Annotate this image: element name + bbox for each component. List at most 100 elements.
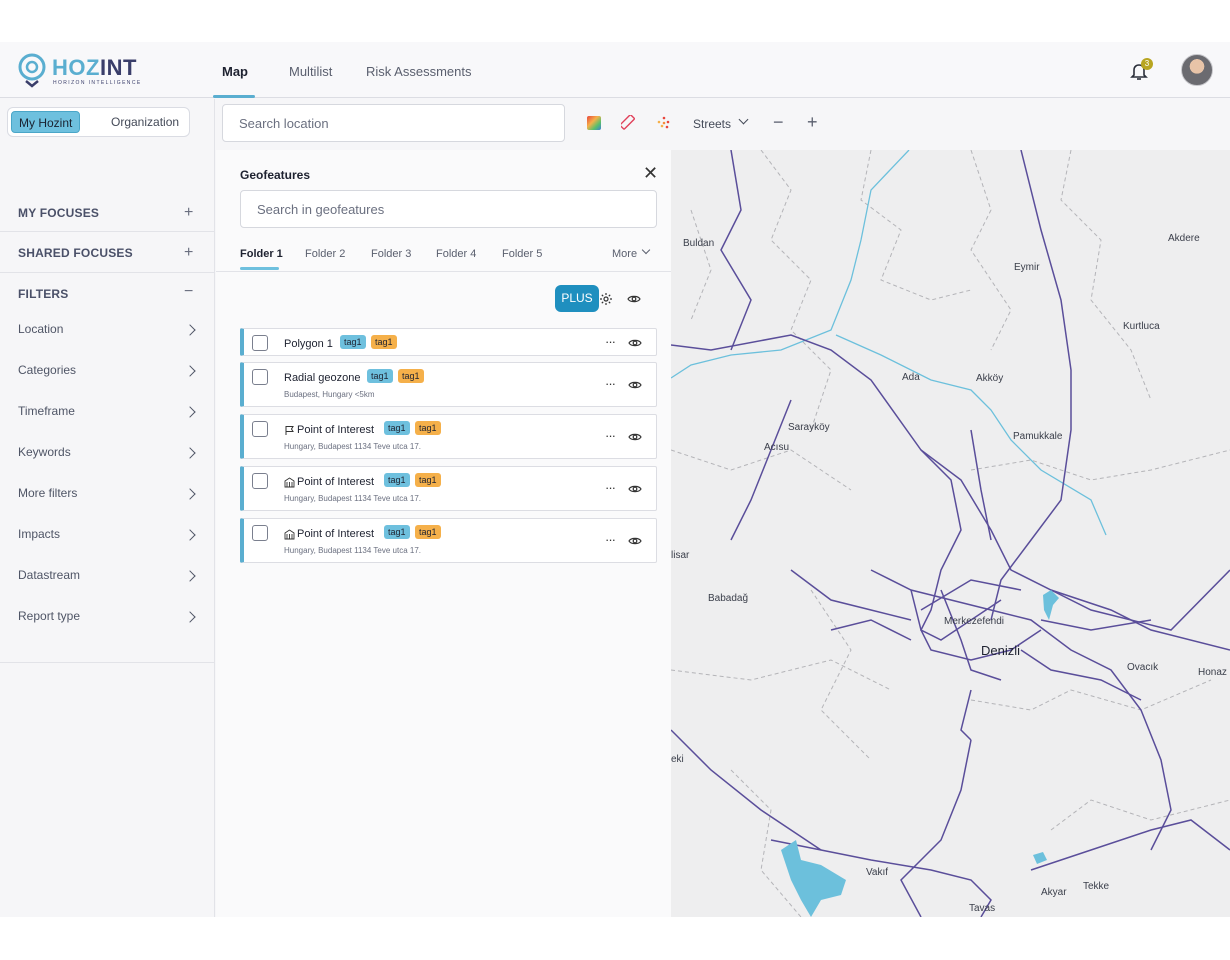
eye-icon[interactable]	[628, 534, 642, 548]
my-hozint-toggle[interactable]: My Hozint	[11, 111, 81, 133]
add-focus-button[interactable]: +	[184, 205, 193, 221]
tab-risk-assessments[interactable]: Risk Assessments	[366, 64, 471, 79]
chevron-right-icon[interactable]	[184, 529, 196, 541]
geofeature-address: Budapest, Hungary <5km	[284, 390, 375, 399]
building-icon	[284, 529, 295, 540]
tag-badge: tag1	[371, 335, 397, 349]
heatmap-layer-icon[interactable]	[586, 115, 602, 131]
geofeatures-panel: Geofeatures ✕ Folder 1 Folder 2 Folder 3…	[216, 150, 671, 917]
more-options-icon[interactable]: ···	[605, 532, 616, 547]
eye-icon[interactable]	[628, 336, 642, 350]
geofeature-row[interactable]: Polygon 1 tag1 tag1 ···	[240, 328, 657, 356]
more-options-icon[interactable]: ···	[605, 376, 616, 391]
zoom-in-button[interactable]: +	[807, 112, 818, 133]
location-search-input[interactable]	[223, 105, 564, 141]
filter-location[interactable]: Location	[18, 322, 63, 336]
filters-heading[interactable]: FILTERS	[18, 287, 69, 301]
tag-badge: tag1	[415, 525, 441, 539]
tab-folder-5[interactable]: Folder 5	[502, 248, 542, 260]
row-checkbox[interactable]	[252, 525, 268, 541]
place-label: Buldan	[683, 238, 715, 249]
basemap-select[interactable]: Streets	[693, 117, 731, 131]
eye-icon[interactable]	[628, 482, 642, 496]
filter-categories[interactable]: Categories	[18, 363, 76, 377]
chevron-down-icon[interactable]	[641, 245, 651, 255]
tab-map[interactable]: Map	[222, 64, 248, 79]
collapse-filters-button[interactable]: −	[184, 284, 193, 300]
tag-badge: tag1	[384, 473, 410, 487]
chevron-right-icon[interactable]	[184, 324, 196, 336]
brand-logo[interactable]: HOZINT HORIZON INTELLIGENCE	[16, 52, 146, 90]
gear-icon[interactable]	[599, 292, 613, 306]
place-label: Vakıf	[866, 867, 889, 878]
geofeature-row[interactable]: Point of Interest tag1 tag1 Hungary, Bud…	[240, 518, 657, 563]
geofeature-search-input[interactable]	[241, 191, 656, 227]
filter-keywords[interactable]: Keywords	[18, 445, 71, 459]
chevron-down-icon[interactable]	[738, 114, 749, 125]
tab-folder-2[interactable]: Folder 2	[305, 248, 345, 260]
scope-switch: My Hozint Organization	[7, 107, 190, 137]
location-search-field[interactable]	[222, 104, 565, 142]
filter-impacts[interactable]: Impacts	[18, 527, 60, 541]
more-options-icon[interactable]: ···	[605, 428, 616, 443]
chevron-right-icon[interactable]	[184, 365, 196, 377]
filter-report-type[interactable]: Report type	[18, 609, 80, 623]
cluster-points-icon[interactable]	[656, 115, 672, 131]
row-checkbox[interactable]	[252, 421, 268, 437]
place-label: Acısu	[764, 442, 790, 453]
my-focuses-heading[interactable]: MY FOCUSES	[18, 206, 99, 220]
filter-timeframe[interactable]: Timeframe	[18, 404, 75, 418]
ruler-icon[interactable]	[621, 115, 637, 131]
geofeature-row[interactable]: Point of Interest tag1 tag1 Hungary, Bud…	[240, 414, 657, 459]
geofeature-search-field[interactable]	[240, 190, 657, 228]
add-shared-focus-button[interactable]: +	[184, 245, 193, 261]
chevron-right-icon[interactable]	[184, 488, 196, 500]
more-options-icon[interactable]: ···	[605, 334, 616, 349]
geofeature-row[interactable]: Radial geozone tag1 tag1 Budapest, Hunga…	[240, 362, 657, 407]
place-label: Akyar	[1041, 887, 1067, 898]
geofeature-name: Point of Interest	[297, 476, 375, 488]
eye-icon[interactable]	[627, 292, 641, 306]
place-label: lisar	[671, 550, 690, 561]
chevron-right-icon[interactable]	[184, 447, 196, 459]
tab-folder-1[interactable]: Folder 1	[240, 248, 283, 260]
map-layers	[671, 150, 1230, 917]
top-bar: HOZINT HORIZON INTELLIGENCE Map Multilis…	[0, 42, 1230, 98]
more-options-icon[interactable]: ···	[605, 480, 616, 495]
geofeature-address: Hungary, Budapest 1134 Teve utca 17.	[284, 442, 421, 451]
tab-folder-4[interactable]: Folder 4	[436, 248, 476, 260]
place-label: Honaz	[1198, 667, 1227, 678]
geofeature-name: Point of Interest	[297, 528, 375, 540]
shared-focuses-heading[interactable]: SHARED FOCUSES	[18, 246, 133, 260]
row-checkbox[interactable]	[252, 369, 268, 385]
active-tab-indicator	[213, 95, 255, 98]
map-canvas[interactable]: Buldan Akdere Eymir Kurtluca Ada Akköy S…	[671, 150, 1230, 917]
chevron-right-icon[interactable]	[184, 611, 196, 623]
organization-toggle[interactable]: Organization	[104, 111, 186, 133]
tag-badge: tag1	[415, 421, 441, 435]
plus-button[interactable]: PLUS	[555, 285, 599, 312]
user-avatar[interactable]	[1181, 54, 1213, 86]
geofeature-row[interactable]: Point of Interest tag1 tag1 Hungary, Bud…	[240, 466, 657, 511]
place-label: Eymir	[1014, 262, 1040, 273]
geofeature-address: Hungary, Budapest 1134 Teve utca 17.	[284, 494, 421, 503]
geofeature-name: Point of Interest	[297, 424, 375, 436]
place-label: Babadağ	[708, 593, 749, 604]
filter-datastream[interactable]: Datastream	[18, 568, 80, 582]
chevron-right-icon[interactable]	[184, 570, 196, 582]
eye-icon[interactable]	[628, 378, 642, 392]
app-window: HOZINT HORIZON INTELLIGENCE Map Multilis…	[0, 42, 1230, 917]
filter-more-filters[interactable]: More filters	[18, 486, 77, 500]
tab-multilist[interactable]: Multilist	[289, 64, 332, 79]
close-icon[interactable]: ✕	[643, 163, 658, 184]
zoom-out-button[interactable]: −	[773, 112, 784, 133]
row-checkbox[interactable]	[252, 473, 268, 489]
tab-more[interactable]: More	[612, 248, 637, 260]
chevron-right-icon[interactable]	[184, 406, 196, 418]
flag-icon	[285, 426, 294, 435]
eye-icon[interactable]	[628, 430, 642, 444]
divider	[0, 231, 215, 232]
row-checkbox[interactable]	[252, 335, 268, 351]
tab-folder-3[interactable]: Folder 3	[371, 248, 411, 260]
place-label: Merkezefendi	[944, 616, 1005, 627]
